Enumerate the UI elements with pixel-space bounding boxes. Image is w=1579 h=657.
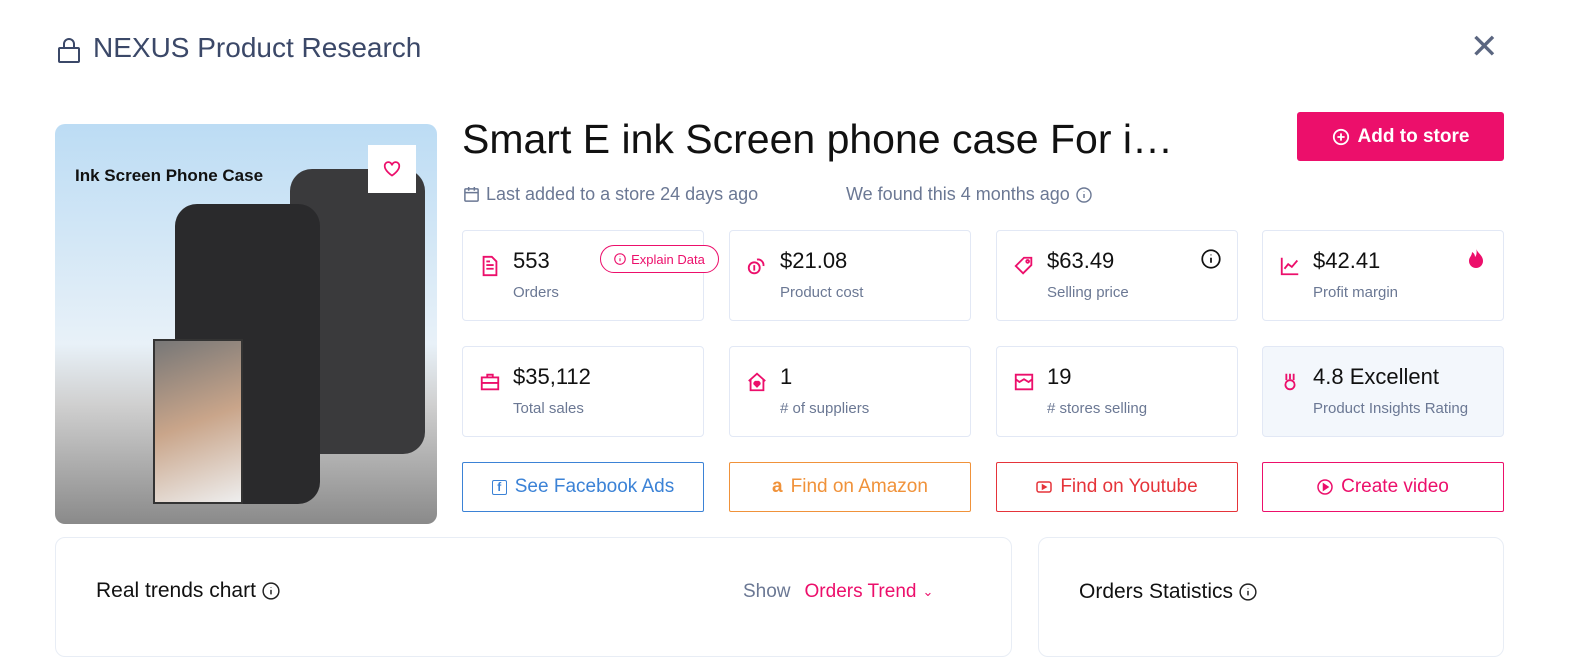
add-to-store-label: Add to store: [1357, 125, 1470, 147]
award-icon: [1284, 373, 1296, 391]
orders-stats-title: Orders Statistics: [1079, 580, 1257, 604]
facebook-label: See Facebook Ads: [514, 476, 675, 497]
store-icon: [1014, 373, 1034, 391]
stat-label: Total sales: [513, 400, 584, 417]
house-heart-icon: [748, 372, 766, 392]
amazon-label: Find on Amazon: [790, 476, 928, 497]
found-date: We found this 4 months ago: [846, 184, 1092, 205]
stat-value: $42.41: [1313, 248, 1381, 273]
stat-card-profit-margin: $42.41 Profit margin: [1262, 230, 1504, 321]
calendar-icon: [464, 186, 479, 202]
stat-value: 1: [780, 364, 793, 389]
orders-stats-title-text: Orders Statistics: [1079, 580, 1234, 603]
tag-icon: [1014, 256, 1033, 275]
youtube-label: Find on Youtube: [1060, 476, 1198, 497]
info-icon[interactable]: [1076, 186, 1092, 203]
stat-card-product-insights-rating: 4.8 Excellent Product Insights Rating: [1262, 346, 1504, 437]
info-icon[interactable]: [1239, 583, 1257, 601]
heart-icon: [383, 161, 401, 177]
explain-data-label: Explain Data: [631, 251, 705, 267]
find-on-amazon-button[interactable]: a Find on Amazon: [729, 462, 971, 512]
create-video-button[interactable]: Create video: [1262, 462, 1504, 512]
stat-label: # stores selling: [1047, 400, 1148, 417]
amazon-icon: a: [772, 476, 783, 497]
play-circle-icon: [1317, 479, 1333, 495]
add-to-store-button[interactable]: Add to store: [1297, 112, 1504, 161]
stat-value: 553: [513, 248, 550, 273]
stat-card-selling-price: $63.49 Selling price: [996, 230, 1238, 321]
document-icon: [482, 255, 498, 277]
favorite-button[interactable]: [368, 145, 416, 193]
fire-icon: [1469, 248, 1483, 268]
shopping-bag-icon: [58, 38, 80, 63]
show-label: Show: [743, 581, 791, 602]
stat-value: $35,112: [513, 364, 591, 389]
youtube-icon: [1036, 481, 1053, 493]
stat-label: Orders: [513, 284, 559, 301]
info-icon[interactable]: [1201, 249, 1221, 269]
coins-icon: [747, 258, 765, 275]
image-caption: Ink Screen Phone Case: [75, 166, 264, 185]
trend-dropdown[interactable]: Orders Trend: [805, 581, 917, 603]
stat-label: Product cost: [780, 284, 864, 301]
stat-card-total-sales: $35,112 Total sales: [462, 346, 704, 437]
trends-title: Real trends chart: [96, 579, 280, 603]
explain-data-button[interactable]: Explain Data: [600, 245, 719, 273]
stat-card-product-cost: $21.08 Product cost: [729, 230, 971, 321]
product-title: Smart E ink Screen phone case For i…: [462, 116, 1173, 162]
trend-selector[interactable]: Show Orders Trend ⌄: [743, 581, 933, 603]
see-facebook-ads-button[interactable]: f See Facebook Ads: [462, 462, 704, 512]
stat-card--stores-selling: 19 # stores selling: [996, 346, 1238, 437]
last-added-text: Last added to a store 24 days ago: [486, 184, 759, 204]
stat-value: 4.8 Excellent: [1313, 364, 1439, 389]
chevron-down-icon: ⌄: [922, 584, 934, 599]
last-added: Last added to a store 24 days ago: [463, 184, 758, 205]
stat-value: $63.49: [1047, 248, 1115, 273]
found-text: We found this 4 months ago: [846, 184, 1070, 204]
stat-card-orders: 553 Orders Explain Data: [462, 230, 719, 321]
product-image: Ink Screen Phone Case: [55, 124, 437, 524]
stat-label: Selling price: [1047, 284, 1129, 301]
facebook-icon: f: [491, 479, 507, 495]
create-video-label: Create video: [1341, 476, 1449, 497]
close-icon[interactable]: ✕: [1470, 30, 1499, 64]
stat-card--of-suppliers: 1 # of suppliers: [729, 346, 971, 437]
stat-label: # of suppliers: [780, 400, 870, 417]
app-title: NEXUS Product Research: [93, 32, 422, 63]
plus-circle-icon: [1332, 128, 1349, 145]
info-icon: [614, 253, 626, 265]
find-on-youtube-button[interactable]: Find on Youtube: [996, 462, 1238, 512]
chart-line-icon: [1280, 257, 1299, 276]
briefcase-icon: [480, 373, 500, 391]
stat-value: 19: [1047, 364, 1072, 389]
stat-label: Product Insights Rating: [1313, 400, 1469, 417]
screen-photo: [153, 339, 243, 504]
info-icon[interactable]: [262, 582, 280, 600]
stat-value: $21.08: [780, 248, 848, 273]
trends-title-text: Real trends chart: [96, 579, 256, 602]
stat-label: Profit margin: [1313, 284, 1399, 301]
